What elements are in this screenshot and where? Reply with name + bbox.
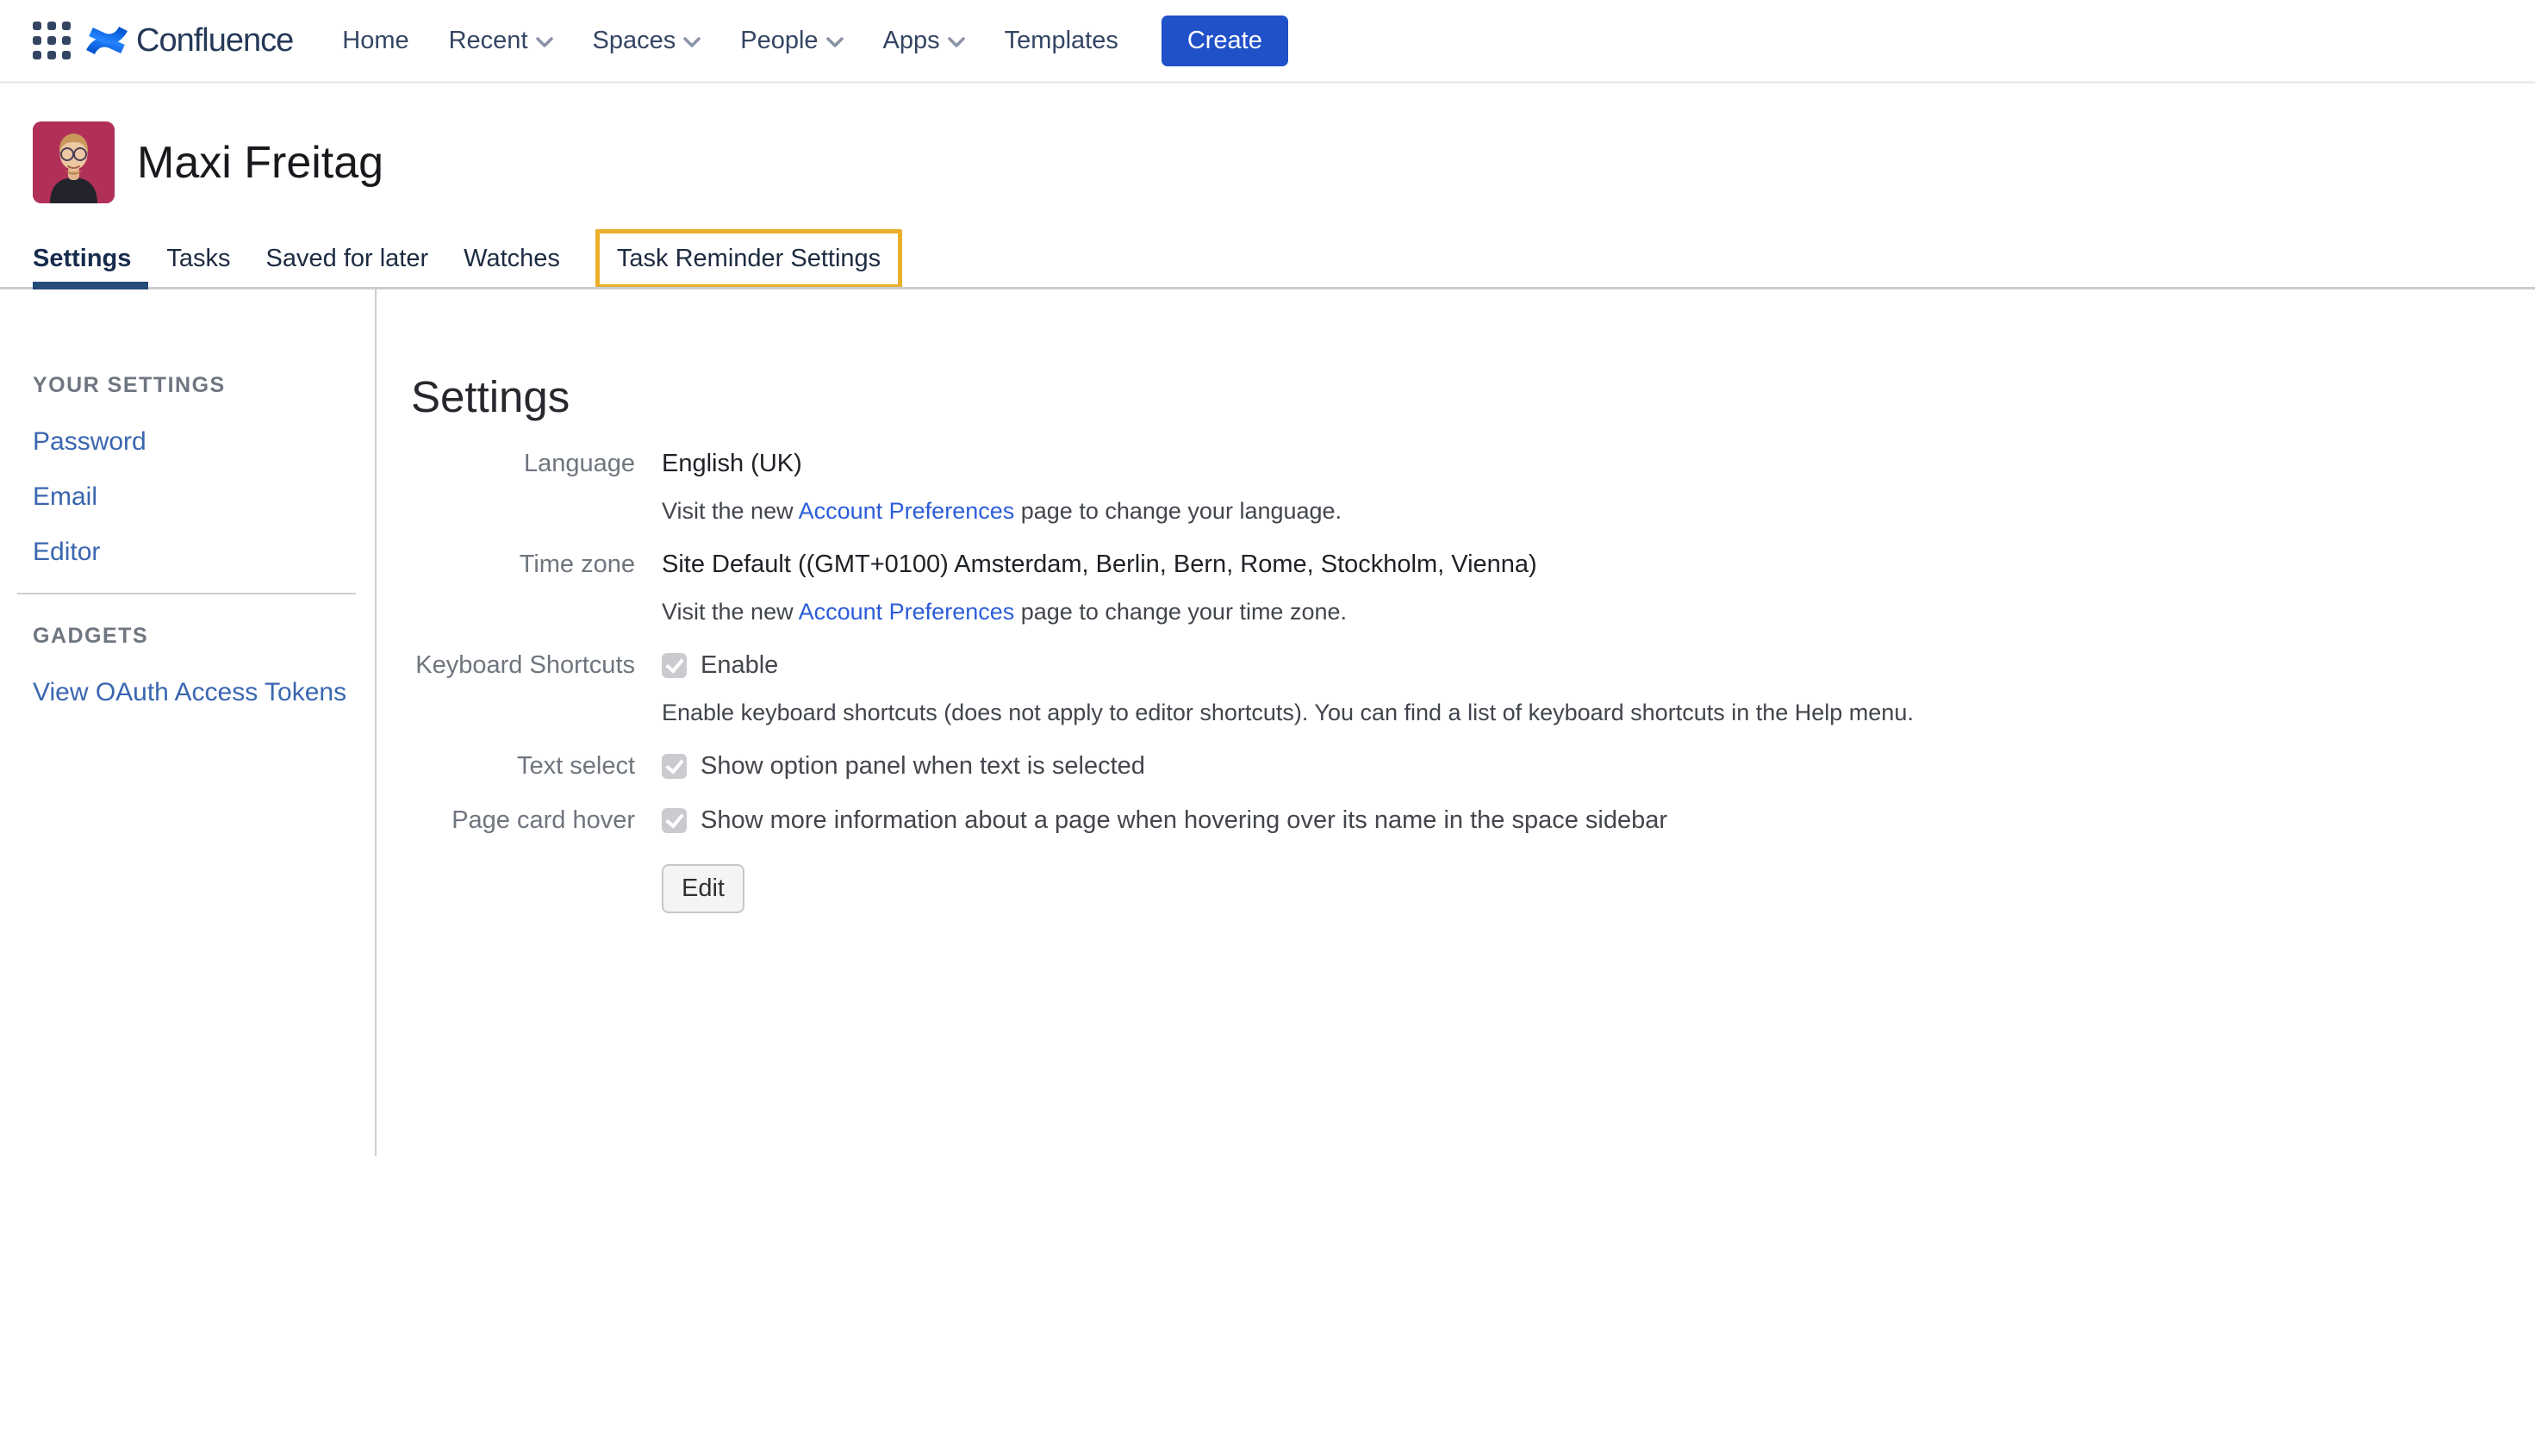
page-title: Maxi Freitag [137,137,383,189]
sidebar-item-email[interactable]: Email [33,482,375,512]
active-tab-underline [33,282,148,289]
nav-item-people[interactable]: People [740,27,843,55]
sidebar-item-view-oauth-access-tokens[interactable]: View OAuth Access Tokens [33,678,375,707]
sidebar-item-editor[interactable]: Editor [33,538,375,567]
keyboard-shortcuts-row: Keyboard Shortcuts Enable Enable keyboar… [411,650,2535,727]
edit-button[interactable]: Edit [662,864,744,913]
settings-heading: Settings [411,371,2535,422]
tab-settings[interactable]: Settings [33,245,131,273]
keyboard-shortcuts-hint: Enable keyboard shortcuts (does not appl… [662,698,2535,727]
text-select-row: Text select Show option panel when text … [411,750,2535,781]
chevron-down-icon [826,37,844,48]
nav-item-recent[interactable]: Recent [449,27,553,55]
sidebar-section-title: GADGETS [33,624,375,649]
create-button[interactable]: Create [1162,16,1288,66]
keyboard-shortcuts-option-label: Enable [701,650,778,681]
tab-saved-for-later[interactable]: Saved for later [266,245,429,273]
hint-text: Visit the new [662,599,799,625]
chevron-down-icon [536,37,553,48]
nav-item-home[interactable]: Home [342,27,408,55]
primary-nav: Home Recent Spaces People Apps Templates [342,27,1118,55]
chevron-down-icon [683,37,701,48]
account-preferences-link[interactable]: Account Preferences [799,498,1015,524]
account-preferences-link[interactable]: Account Preferences [799,599,1015,625]
nav-item-spaces[interactable]: Spaces [593,27,701,55]
hint-text: page to change your time zone. [1014,599,1347,625]
time-zone-hint: Visit the new Account Preferences page t… [662,597,2535,626]
settings-sidebar: YOUR SETTINGS Password Email Editor GADG… [0,289,377,1156]
confluence-wordmark: Confluence [136,22,293,59]
text-select-checkbox[interactable] [662,754,687,779]
tabs-divider [0,287,2535,289]
tab-task-reminder-settings[interactable]: Task Reminder Settings [595,229,902,289]
time-zone-row: Time zone Site Default ((GMT+0100) Amste… [411,549,2535,626]
app-switcher-icon[interactable] [33,22,71,59]
confluence-logo[interactable]: Confluence [86,21,293,60]
language-hint: Visit the new Account Preferences page t… [662,496,2535,526]
language-value: English (UK) [662,448,2535,479]
confluence-logo-icon [86,21,128,60]
page-card-hover-label: Page card hover [411,805,662,836]
tab-tasks[interactable]: Tasks [166,245,230,273]
settings-panel: Settings Language English (UK) Visit the… [377,289,2535,936]
nav-item-apps[interactable]: Apps [883,27,965,55]
hint-text: Visit the new [662,498,799,524]
edit-row: Edit [411,859,2535,913]
sidebar-section-title: YOUR SETTINGS [33,373,375,398]
profile-tabs: Settings Tasks Saved for later Watches T… [0,227,2535,289]
page-card-hover-option-label: Show more information about a page when … [701,805,1667,836]
chevron-down-icon [948,37,965,48]
text-select-option-label: Show option panel when text is selected [701,750,1145,781]
avatar-image [33,121,115,203]
nav-item-templates[interactable]: Templates [1005,27,1118,55]
time-zone-value: Site Default ((GMT+0100) Amsterdam, Berl… [662,549,2535,580]
language-label: Language [411,448,662,479]
page-card-hover-row: Page card hover Show more information ab… [411,805,2535,836]
avatar [33,121,115,203]
time-zone-label: Time zone [411,549,662,580]
language-row: Language English (UK) Visit the new Acco… [411,448,2535,526]
keyboard-shortcuts-label: Keyboard Shortcuts [411,650,662,681]
sidebar-divider [17,593,356,594]
tab-watches[interactable]: Watches [464,245,560,273]
keyboard-shortcuts-checkbox[interactable] [662,653,687,678]
profile-header: Maxi Freitag [33,121,2535,203]
text-select-label: Text select [411,750,662,781]
top-navbar: Confluence Home Recent Spaces People App… [0,0,2535,84]
page-card-hover-checkbox[interactable] [662,808,687,833]
sidebar-item-password[interactable]: Password [33,427,375,457]
hint-text: page to change your language. [1014,498,1342,524]
